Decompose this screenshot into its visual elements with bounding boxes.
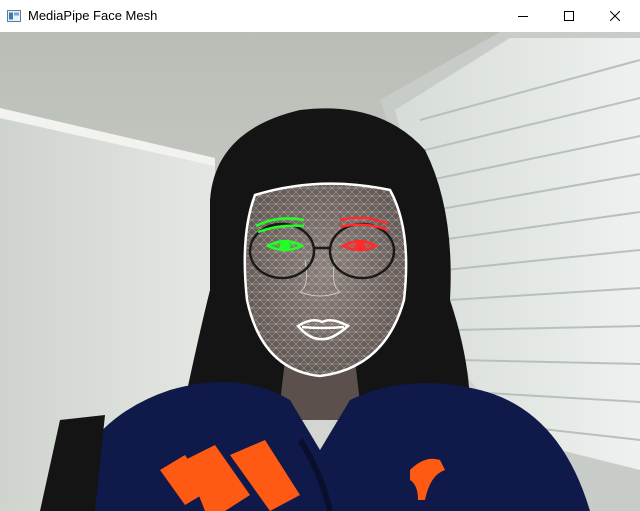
camera-view [0, 32, 640, 511]
minimize-icon [518, 11, 528, 21]
title-bar[interactable]: MediaPipe Face Mesh [0, 0, 640, 32]
maximize-button[interactable] [546, 0, 592, 32]
close-icon [610, 11, 620, 21]
maximize-icon [564, 11, 574, 21]
close-button[interactable] [592, 0, 638, 32]
webcam-frame [0, 32, 640, 511]
minimize-button[interactable] [500, 0, 546, 32]
opencv-window-icon [7, 9, 21, 23]
window-title: MediaPipe Face Mesh [28, 8, 158, 23]
